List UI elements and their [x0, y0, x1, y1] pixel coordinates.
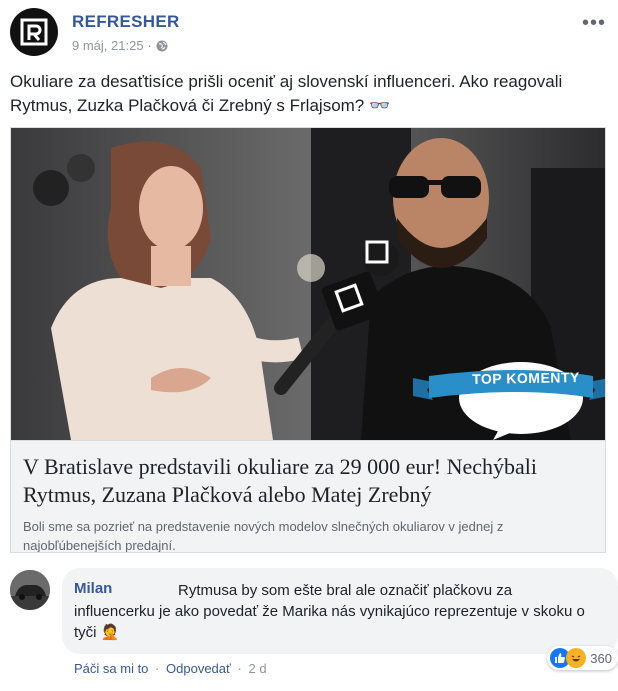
- comment-reactions[interactable]: 360: [547, 646, 618, 670]
- commenter-avatar[interactable]: [10, 570, 50, 610]
- refresher-logo-icon: [20, 18, 48, 46]
- link-preview-body[interactable]: V Bratislave predstavili okuliare za 29 …: [11, 440, 605, 553]
- link-description: Boli sme sa pozrieť na predstavenie nový…: [23, 519, 504, 553]
- globe-icon[interactable]: [156, 40, 168, 52]
- actions-separator: ·: [237, 661, 242, 676]
- top-komenty-badge: TOP KOMENTY: [411, 360, 605, 440]
- comment: Milan Rytmusa by som ešte bral ale označ…: [10, 568, 618, 688]
- actions-separator: ·: [155, 661, 160, 676]
- comment-actions: Páči sa mi to · Odpovedať · 2 d: [74, 661, 267, 676]
- like-button[interactable]: Páči sa mi to: [74, 661, 148, 676]
- link-preview-card[interactable]: TOP KOMENTY V Bratislave predstavili oku…: [10, 127, 606, 553]
- page-name[interactable]: REFRESHER: [72, 12, 180, 32]
- more-options-button[interactable]: •••: [582, 12, 606, 35]
- post-text: Okuliare za desaťtisíce prišli oceniť aj…: [10, 72, 563, 115]
- reply-button[interactable]: Odpovedať: [166, 661, 231, 676]
- link-preview-image[interactable]: TOP KOMENTY: [11, 128, 605, 440]
- top-komenty-label: TOP KOMENTY: [472, 369, 580, 387]
- comment-age[interactable]: 2 d: [248, 661, 266, 676]
- post-meta: 9 máj, 21:25 ·: [72, 38, 168, 53]
- page-avatar[interactable]: [10, 8, 58, 56]
- post-header: REFRESHER 9 máj, 21:25 · •••: [10, 8, 608, 60]
- post-timestamp[interactable]: 9 máj, 21:25: [72, 38, 144, 53]
- link-title[interactable]: V Bratislave predstavili okuliare za 29 …: [23, 453, 593, 509]
- meta-separator: ·: [147, 38, 152, 53]
- comment-bubble: Milan Rytmusa by som ešte bral ale označ…: [62, 568, 618, 670]
- reaction-count: 360: [590, 650, 612, 666]
- haha-reaction-icon: [566, 648, 587, 668]
- car-photo: [10, 570, 50, 610]
- comment-text: Rytmusa by som ešte bral ale označiť pla…: [74, 582, 585, 641]
